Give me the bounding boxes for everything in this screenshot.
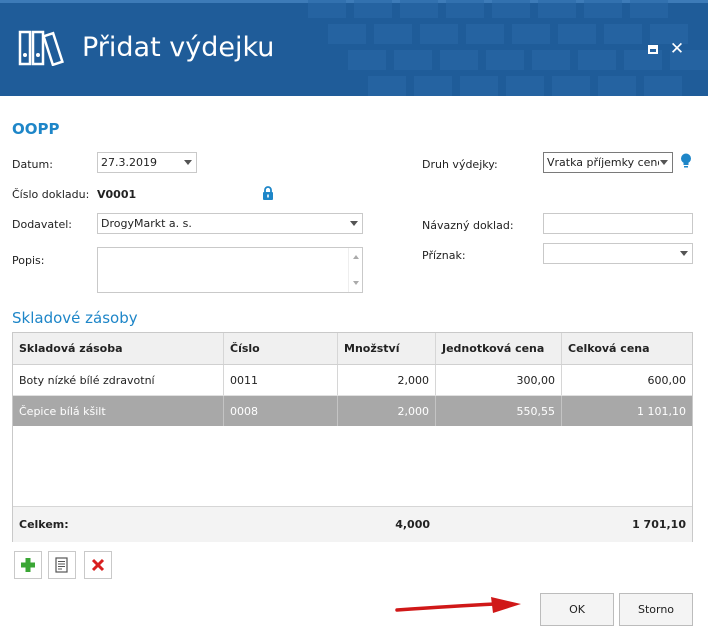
popis-label: Popis: bbox=[12, 254, 45, 267]
scroll-down-icon[interactable] bbox=[353, 281, 359, 285]
dodavatel-label: Dodavatel: bbox=[12, 218, 73, 231]
navazny-field[interactable] bbox=[543, 213, 693, 234]
footer-empty bbox=[436, 507, 562, 542]
cell-jedn-cena: 550,55 bbox=[436, 396, 562, 426]
column-header[interactable]: Skladová zásoba bbox=[13, 333, 224, 364]
druh-value: Vratka příjemky cenou bbox=[547, 156, 659, 169]
column-header[interactable]: Množství bbox=[338, 333, 436, 364]
ok-button[interactable]: OK bbox=[540, 593, 614, 626]
close-icon[interactable]: ✕ bbox=[668, 40, 686, 58]
maximize-icon[interactable] bbox=[644, 40, 662, 58]
cell-cislo: 0008 bbox=[224, 396, 338, 426]
binders-icon bbox=[18, 30, 64, 66]
table-row[interactable]: Boty nízké bílé zdravotní 0011 2,000 300… bbox=[13, 365, 692, 396]
druh-label: Druh výdejky: bbox=[422, 158, 498, 171]
cell-cislo: 0011 bbox=[224, 365, 338, 395]
cell-celk-cena: 600,00 bbox=[647, 373, 687, 387]
footer-empty bbox=[224, 507, 338, 542]
grid-footer: Celkem: 4,000 1 701,10 bbox=[13, 506, 692, 542]
cell-mnozstvi: 2,000 bbox=[338, 396, 436, 426]
cell-zasoba: Čepice bílá kšilt bbox=[13, 396, 224, 426]
priznak-field[interactable] bbox=[543, 243, 693, 264]
grid-header: Skladová zásoba Číslo Množství Jednotkov… bbox=[13, 333, 692, 365]
chevron-down-icon[interactable] bbox=[184, 160, 192, 165]
add-icon bbox=[21, 558, 35, 572]
datum-value: 27.3.2019 bbox=[101, 156, 157, 169]
edit-button[interactable] bbox=[48, 551, 76, 579]
window-title: Přidat výdejku bbox=[82, 32, 275, 63]
lightbulb-icon[interactable] bbox=[680, 153, 692, 169]
datum-field[interactable]: 27.3.2019 bbox=[97, 152, 197, 173]
footer-label: Celkem: bbox=[19, 518, 69, 531]
column-header[interactable]: Celková cena bbox=[562, 333, 692, 364]
add-button[interactable] bbox=[14, 551, 42, 579]
red-arrow bbox=[395, 597, 521, 613]
delete-icon bbox=[91, 558, 105, 572]
chevron-down-icon[interactable] bbox=[350, 221, 358, 226]
delete-button[interactable] bbox=[84, 551, 112, 579]
chevron-down-icon[interactable] bbox=[660, 160, 668, 165]
footer-mnozstvi: 4,000 bbox=[395, 518, 430, 531]
dialog: Přidat výdejku ✕ OOPP Datum: 27.3.2019 Č… bbox=[0, 0, 708, 634]
section-title: OOPP bbox=[12, 120, 60, 138]
column-header[interactable]: Číslo bbox=[224, 333, 338, 364]
chevron-down-icon[interactable] bbox=[680, 251, 688, 256]
lock-icon[interactable] bbox=[262, 186, 274, 200]
datum-label: Datum: bbox=[12, 158, 53, 171]
storno-button[interactable]: Storno bbox=[619, 593, 693, 626]
dodavatel-value: DrogyMarkt a. s. bbox=[101, 217, 192, 230]
column-header[interactable]: Jednotková cena bbox=[436, 333, 562, 364]
grid-title: Skladové zásoby bbox=[12, 309, 138, 327]
edit-icon bbox=[55, 557, 68, 573]
title-bar: Přidat výdejku ✕ bbox=[0, 0, 708, 96]
cell-celk-cena: 1 101,10 bbox=[637, 404, 686, 418]
cislo-label: Číslo dokladu: bbox=[12, 188, 90, 201]
cell-mnozstvi: 2,000 bbox=[338, 365, 436, 395]
stock-grid: Skladová zásoba Číslo Množství Jednotkov… bbox=[12, 332, 693, 542]
table-row-selected[interactable]: Čepice bílá kšilt 0008 2,000 550,55 1 10… bbox=[13, 396, 692, 426]
cell-jedn-cena: 300,00 bbox=[436, 365, 562, 395]
popis-scrollbar[interactable] bbox=[348, 248, 362, 292]
footer-celk-cena: 1 701,10 bbox=[632, 518, 686, 531]
dodavatel-field[interactable]: DrogyMarkt a. s. bbox=[97, 213, 363, 234]
scroll-up-icon[interactable] bbox=[353, 255, 359, 259]
popis-textarea[interactable] bbox=[97, 247, 363, 293]
druh-field[interactable]: Vratka příjemky cenou bbox=[543, 152, 673, 173]
cell-zasoba: Boty nízké bílé zdravotní bbox=[13, 365, 224, 395]
navazny-label: Návazný doklad: bbox=[422, 219, 514, 232]
cislo-value: V0001 bbox=[97, 188, 137, 201]
priznak-label: Příznak: bbox=[422, 249, 466, 262]
